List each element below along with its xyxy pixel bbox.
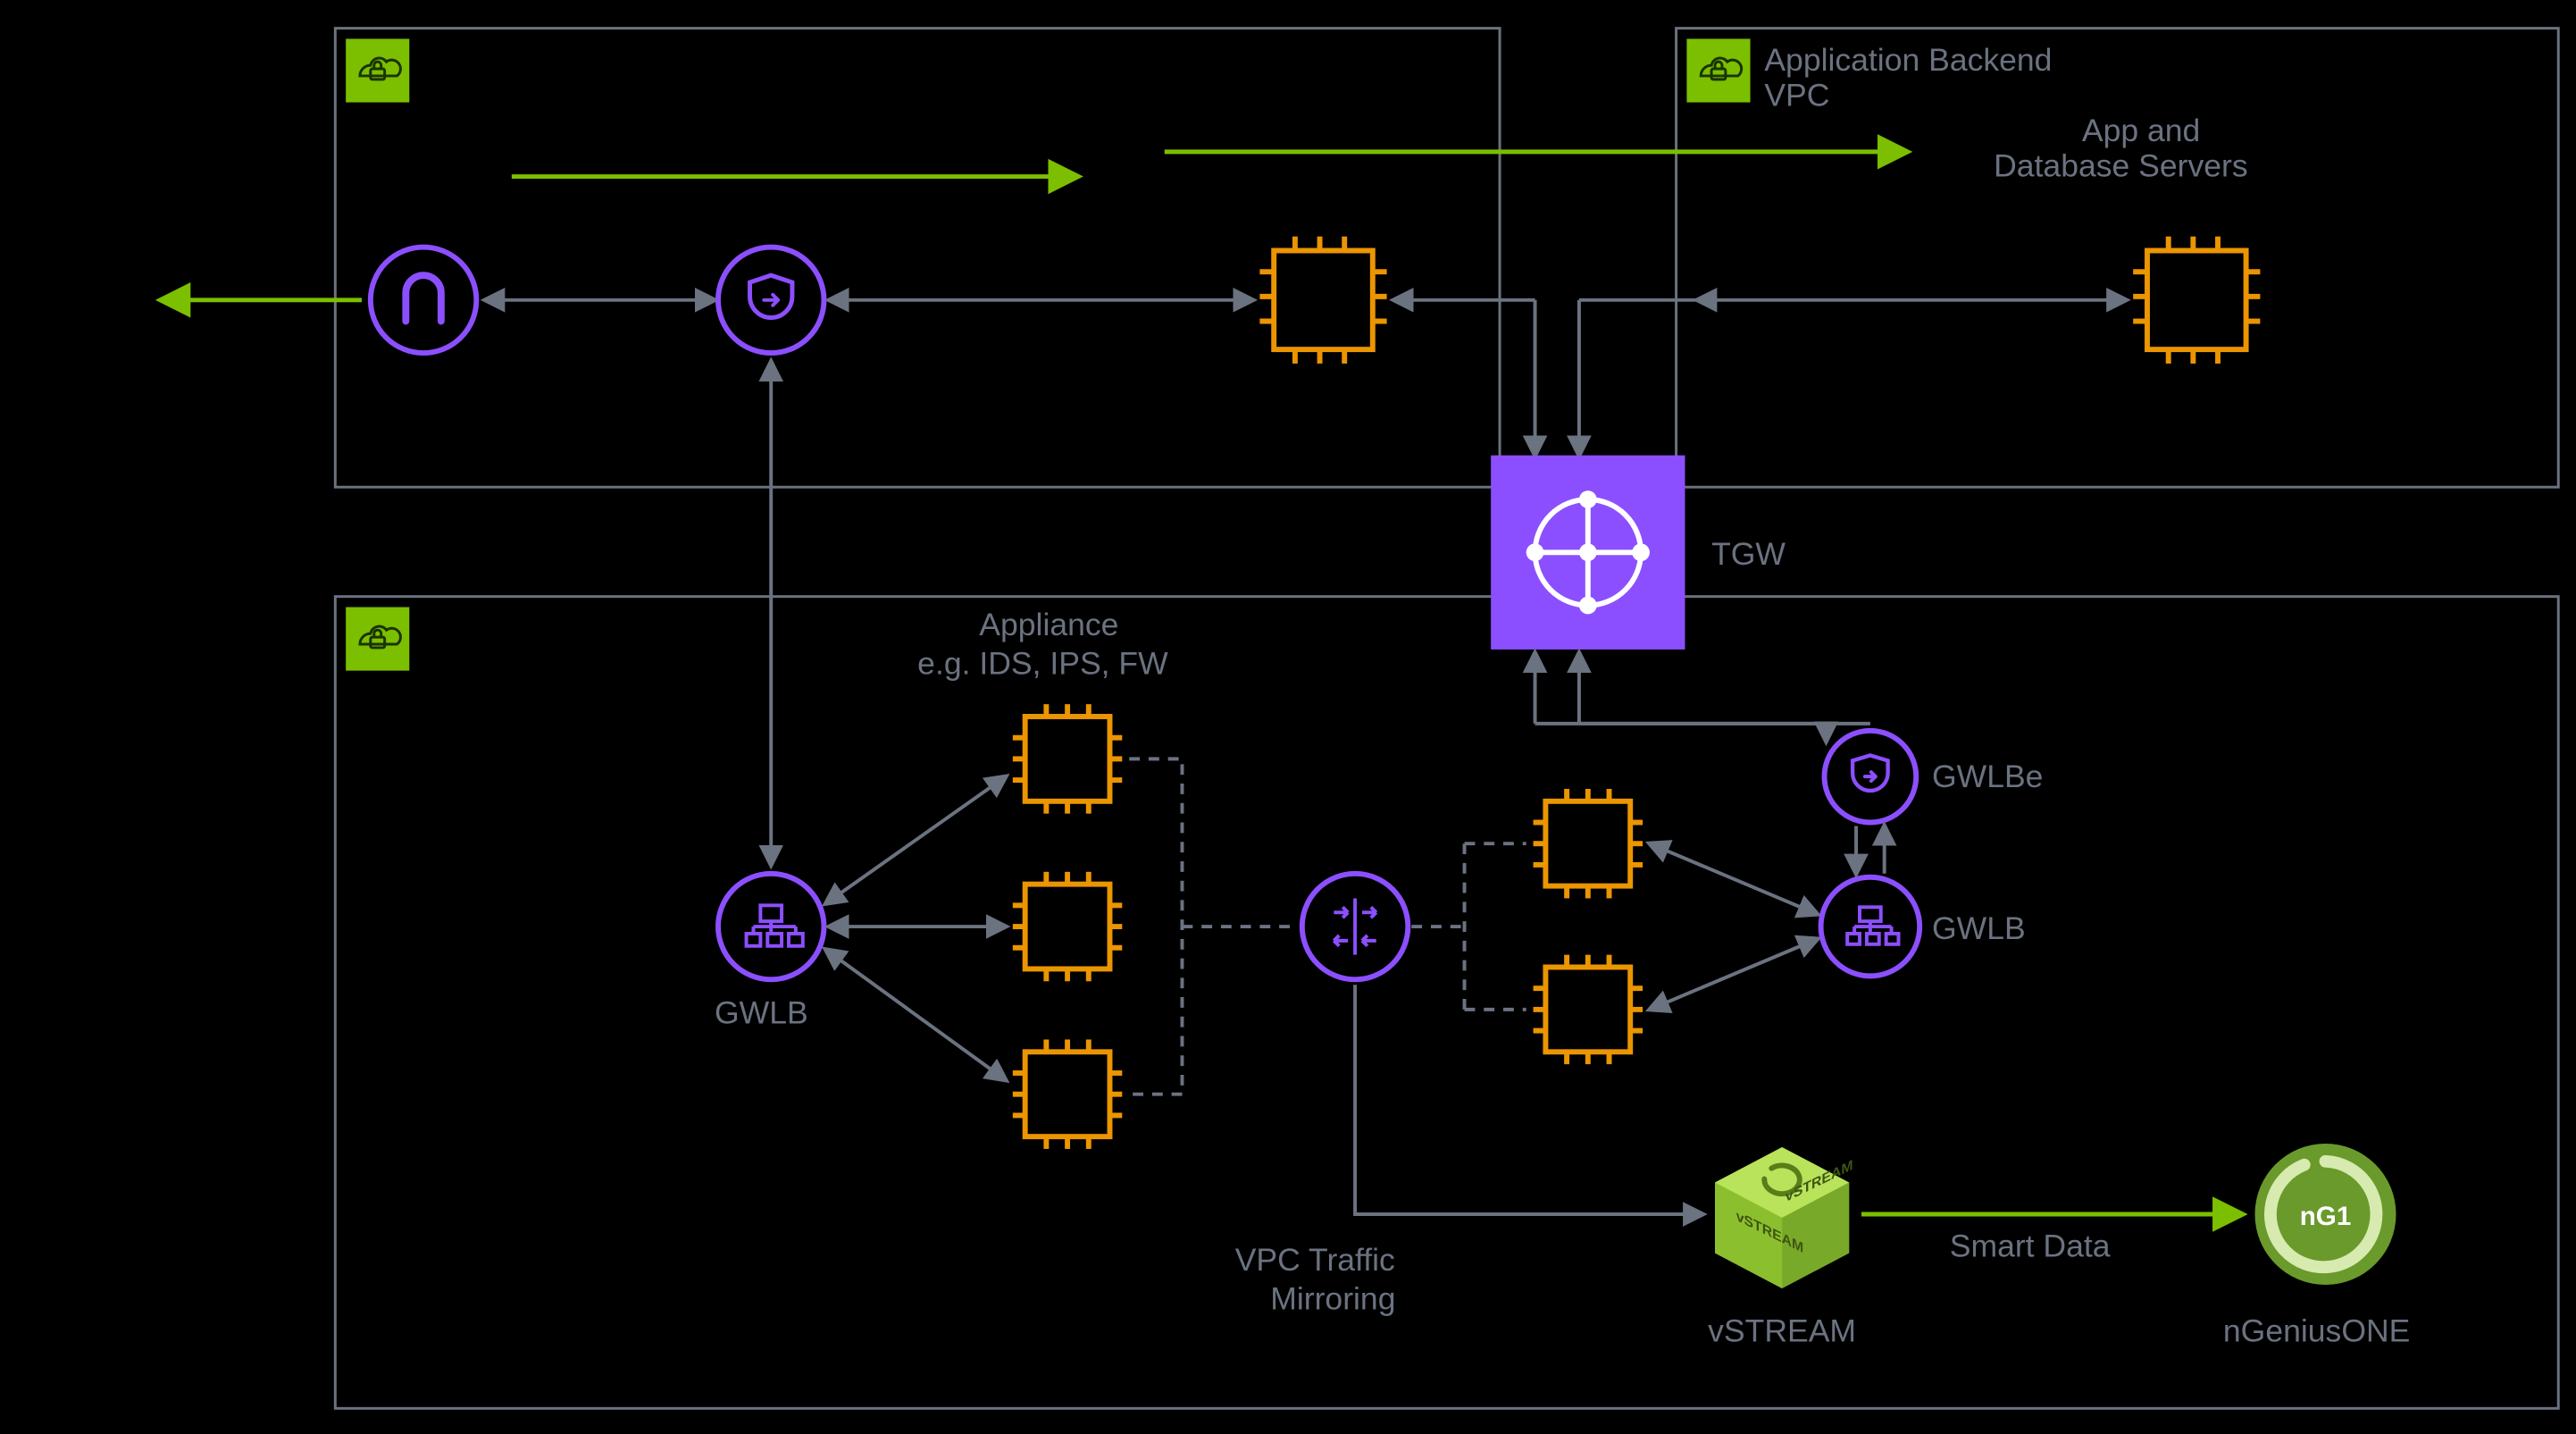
gwlbe-right-label: GWLBe — [1932, 759, 2043, 794]
ngenius-label: nGeniusONE — [2223, 1312, 2410, 1348]
svg-text:nG1: nG1 — [2300, 1202, 2352, 1231]
appliance-label-line1: Appliance — [979, 607, 1118, 642]
vpc-badge-security — [346, 608, 409, 671]
appliance-label-line2: e.g. IDS, IPS, FW — [917, 646, 1168, 682]
smartdata-label: Smart Data — [1950, 1228, 2111, 1263]
vpc-badge-backend — [1686, 38, 1750, 102]
backend-vpc-title-line1: Application Backend — [1764, 42, 2052, 78]
vstream-label: vSTREAM — [1708, 1312, 1856, 1348]
mirror-label-line2: Mirroring — [1270, 1281, 1395, 1317]
app-db-label-line2: Database Servers — [1994, 148, 2248, 184]
tgw-label: TGW — [1711, 536, 1786, 572]
ngenius-node: nG1 — [2254, 1144, 2396, 1285]
app-db-label-line1: App and — [2082, 113, 2200, 148]
gwlb-right-label: GWLB — [1932, 910, 2026, 946]
backend-vpc-title-line2: VPC — [1764, 78, 1829, 113]
mirror-label-line1: VPC Traffic — [1235, 1242, 1395, 1278]
gwlb-left-label: GWLB — [715, 995, 808, 1031]
tgw-node — [1491, 456, 1685, 650]
vpc-badge-ingress — [346, 38, 409, 102]
